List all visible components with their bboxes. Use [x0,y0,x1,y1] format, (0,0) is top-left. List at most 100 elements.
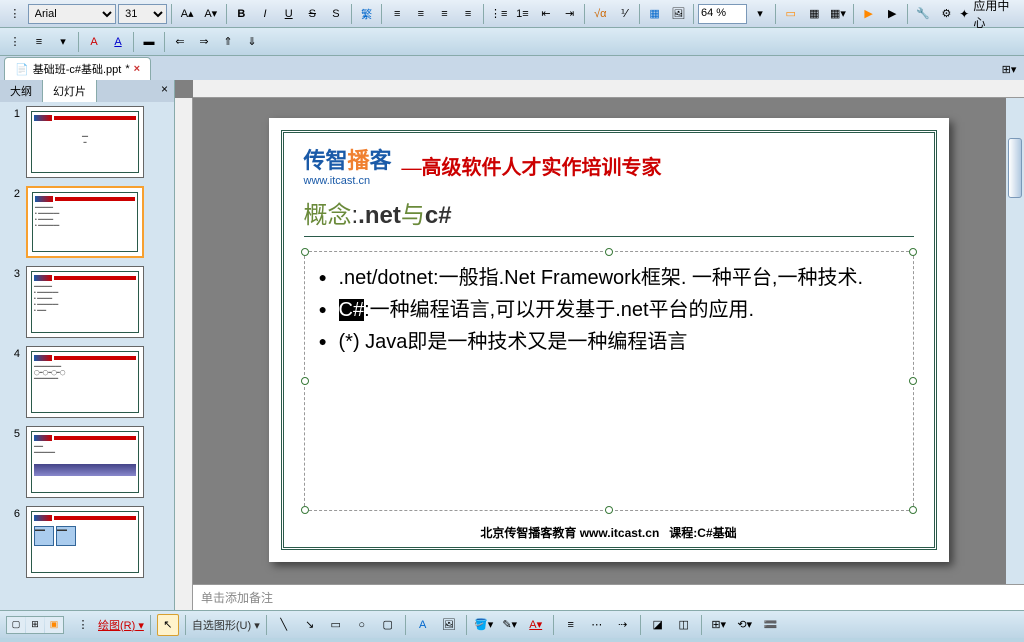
line-color-tool[interactable]: ✎▾ [499,614,521,636]
select-tool[interactable]: ↖ [157,614,179,636]
draw-menu[interactable]: 绘图(R) ▾ [98,617,144,633]
outline-promote-button[interactable]: ⇐ [169,31,191,53]
align-tool[interactable]: ⊞▾ [708,614,730,636]
zoom-input[interactable]: 64 % [698,4,747,24]
ruler-vertical[interactable] [175,98,193,610]
trad-button[interactable]: 繁 [356,3,378,25]
font-name-select[interactable]: Arial [28,4,116,24]
close-icon[interactable]: × [134,63,140,75]
thumbnail-item[interactable]: 4 ━━━━━━━━━◯━◯━◯━◯━━━━━━━━ [4,346,170,418]
rotate-tool[interactable]: ⟲▾ [734,614,756,636]
bullets-button[interactable]: ⋮≡ [488,3,510,25]
sorter-view-button[interactable]: ⊞ [26,617,44,633]
panel-close-icon[interactable]: × [155,80,174,102]
thumbnail-item[interactable]: 5 ━━━━━━━━━━ [4,426,170,498]
design-button[interactable]: ▦▾ [827,3,849,25]
highlight-button[interactable]: A [83,31,105,53]
bg-color-button[interactable]: ▬ [138,31,160,53]
ruler-horizontal[interactable] [193,80,1024,98]
arrow-style-tool[interactable]: ⇢ [612,614,634,636]
indent-inc-button[interactable]: ⇥ [559,3,581,25]
italic-button[interactable]: I [254,3,276,25]
thumbnail-item[interactable]: 3 ━━━━━━• ━━━━━━━• ━━━━━• ━━━━━━━• ━━━ [4,266,170,338]
outline-down-button[interactable]: ⇓ [241,31,263,53]
equal-tool[interactable]: 🟰 [760,614,782,636]
outline-demote-button[interactable]: ⇒ [193,31,215,53]
zoom-dropdown-icon[interactable]: ▾ [749,3,771,25]
shadow-button[interactable]: S [325,3,347,25]
spacing-dropdown[interactable]: ▾ [52,31,74,53]
table-button[interactable]: ▦ [644,3,666,25]
underline-button[interactable]: U [278,3,300,25]
resize-handle[interactable] [301,377,309,385]
view-buttons: ▢ ⊞ ▣ [6,616,64,634]
line-spacing-button[interactable]: ≡ [28,31,50,53]
from-current-button[interactable]: ▶ [881,3,903,25]
strike-button[interactable]: S [301,3,323,25]
oval-tool[interactable]: ○ [351,614,373,636]
shadow-tool[interactable]: ◪ [647,614,669,636]
app-center[interactable]: ✦ 应用中心 [959,0,1020,31]
file-tab[interactable]: 📄 基础班-c#基础.ppt * × [4,57,151,80]
bold-button[interactable]: B [231,3,253,25]
line-tool[interactable]: ╲ [273,614,295,636]
scrollbar-vertical[interactable] [1006,98,1024,584]
textbox-tool[interactable]: ▢ [377,614,399,636]
resize-handle[interactable] [301,248,309,256]
slideshow-button[interactable]: ▶ [858,3,880,25]
bullet-item[interactable]: C#:一种编程语言,可以开发基于.net平台的应用. [319,294,899,326]
notes-pane[interactable]: 单击添加备注 [193,584,1024,610]
align-justify-button[interactable]: ≡ [457,3,479,25]
formula-sqrt-icon[interactable]: √α [589,3,611,25]
resize-handle[interactable] [301,506,309,514]
rect-tool[interactable]: ▭ [325,614,347,636]
fill-color-tool[interactable]: 🪣▾ [473,614,495,636]
slide-canvas[interactable]: 传智播客 www.itcast.cn —高级软件人才实作培训专家 概念:.net… [193,98,1024,584]
align-center-button[interactable]: ≡ [410,3,432,25]
line-weight-tool[interactable]: ≡ [560,614,582,636]
slideshow-view-button[interactable]: ▣ [45,617,63,633]
resize-handle[interactable] [909,506,917,514]
numbering-button[interactable]: 1≡ [512,3,534,25]
logo-url: www.itcast.cn [304,175,392,187]
resize-handle[interactable] [909,248,917,256]
resize-handle[interactable] [605,248,613,256]
thumbnail-item[interactable]: 1 ━━━ [4,106,170,178]
handle-icon: ⋮ [4,31,26,53]
font-color-tool[interactable]: A▾ [525,614,547,636]
font-color-button[interactable]: A [107,31,129,53]
bullet-item[interactable]: .net/dotnet:一般指.Net Framework框架. 一种平台,一种… [319,262,899,294]
resize-handle[interactable] [605,506,613,514]
insert-pic-tool[interactable]: 🖼 [438,614,460,636]
font-decrease-button[interactable]: A▾ [200,3,222,25]
new-slide-button[interactable]: ▭ [780,3,802,25]
tab-outline[interactable]: 大纲 [0,80,43,102]
outline-up-button[interactable]: ⇑ [217,31,239,53]
resize-handle[interactable] [909,377,917,385]
arrow-tool[interactable]: ↘ [299,614,321,636]
bullet-item[interactable]: (*) Java即是一种技术又是一种编程语言 [319,326,899,358]
3d-tool[interactable]: ◫ [673,614,695,636]
formula-frac-icon[interactable]: ⅟ [613,3,635,25]
thumbnail-item[interactable]: 2 ━━━━━━• ━━━━━━━• ━━━━━• ━━━━━━━ [4,186,170,258]
thumbnail-item[interactable]: 6 ▬▬▬▬ [4,506,170,578]
doc-nav-button[interactable]: ⊞▾ [998,58,1020,80]
align-right-button[interactable]: ≡ [434,3,456,25]
font-increase-button[interactable]: A▴ [176,3,198,25]
font-size-select[interactable]: 31 [118,4,167,24]
slide-title[interactable]: 概念:.net与c# [304,195,914,230]
layout-button[interactable]: ▦ [803,3,825,25]
tab-slides[interactable]: 幻灯片 [43,80,97,102]
align-left-button[interactable]: ≡ [386,3,408,25]
indent-dec-button[interactable]: ⇤ [535,3,557,25]
normal-view-button[interactable]: ▢ [7,617,25,633]
tool1-button[interactable]: 🔧 [912,3,934,25]
picture-button[interactable]: 🖼 [667,3,689,25]
content-textbox[interactable]: .net/dotnet:一般指.Net Framework框架. 一种平台,一种… [304,251,914,511]
tool2-button[interactable]: ⚙ [936,3,958,25]
autoshape-menu[interactable]: 自选图形(U) ▾ [192,617,260,633]
wordart-tool[interactable]: A [412,614,434,636]
thumb-number: 6 [4,506,20,520]
dash-style-tool[interactable]: ⋯ [586,614,608,636]
scroll-thumb[interactable] [1008,138,1022,198]
